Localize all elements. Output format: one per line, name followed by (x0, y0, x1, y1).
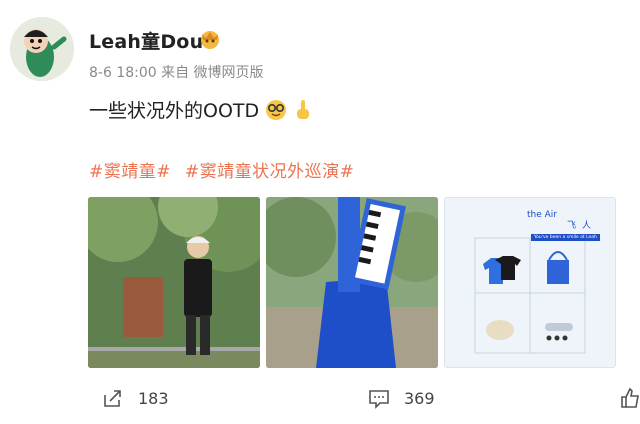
comment-count: 369 (404, 388, 435, 408)
share-icon (104, 390, 121, 407)
post-text: 一些状况外的OOTD (89, 100, 260, 122)
poster-subtitle: You've been a smile at Leah (531, 234, 600, 241)
comment-button[interactable]: 369 (368, 384, 435, 412)
person-photo-image (88, 197, 260, 368)
bag-keyboard-photo-image (266, 197, 438, 368)
post-content: 一些状况外的OOTD (89, 96, 313, 123)
avatar[interactable] (10, 17, 74, 81)
nerd-face-emoji-icon (266, 100, 287, 120)
like-button[interactable] (620, 384, 640, 412)
thumbs-up-icon (621, 387, 639, 408)
poster-title-left: the Air (527, 210, 557, 220)
pointing-up-emoji-icon (297, 100, 310, 119)
share-button[interactable]: 183 (102, 384, 169, 412)
poster-title-right: 飞人 (567, 221, 598, 231)
hashtag-link[interactable]: #窦靖童状况外巡演# (185, 162, 355, 182)
badge-icon (198, 28, 222, 50)
share-count: 183 (138, 388, 169, 408)
username[interactable]: Leah童Dou (89, 27, 203, 54)
photo-thumbnail-3[interactable]: the Air 飞人 You've been a smile at Leah (444, 197, 616, 368)
hashtag-link[interactable]: #窦靖童# (89, 162, 171, 182)
comment-icon (369, 390, 389, 409)
hashtag-list: #窦靖童# #窦靖童状况外巡演# (89, 157, 362, 182)
photo-thumbnail-2[interactable] (266, 197, 438, 368)
post-meta: 8-6 18:00 来自 微博网页版 (89, 65, 264, 81)
cartoon-avatar-icon (10, 17, 74, 81)
photo-thumbnail-1[interactable] (88, 197, 260, 368)
